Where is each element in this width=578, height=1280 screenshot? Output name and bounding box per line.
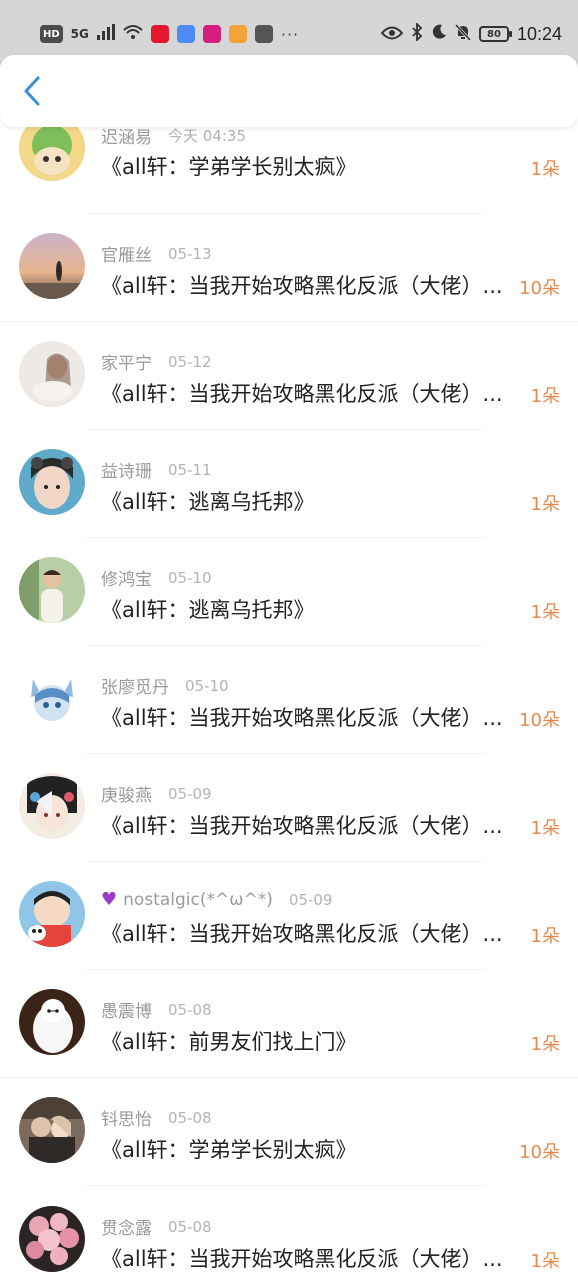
sender-name: 贯念露 xyxy=(101,1219,152,1239)
list-item[interactable]: 张廖觅丹 05-10 《all轩：当我开始攻略黑化反派（大佬）... 10朵 xyxy=(0,645,578,753)
sender-line: ♥ nostalgic(*^ω^*) 05-09 xyxy=(101,889,332,910)
status-right: 80 10:24 xyxy=(380,21,562,45)
mute-bell-icon xyxy=(454,23,472,45)
avatar xyxy=(19,773,85,839)
flower-count: 1朵 xyxy=(530,159,560,180)
sender-name: 益诗珊 xyxy=(101,462,152,482)
avatar xyxy=(19,449,85,515)
send-date: 05-11 xyxy=(168,460,212,479)
avatar xyxy=(19,557,85,623)
book-title: 《all轩：当我开始攻略黑化反派（大佬）... xyxy=(101,922,503,946)
book-title: 《all轩：当我开始攻略黑化反派（大佬）... xyxy=(101,706,503,730)
send-date: 05-08 xyxy=(168,1217,212,1236)
orange-app-icon xyxy=(228,25,247,43)
list-item[interactable]: 庚骏燕 05-09 《all轩：当我开始攻略黑化反派（大佬）... 1朵 xyxy=(0,753,578,861)
top-nav-bar xyxy=(0,55,578,127)
list-item[interactable]: 家平宁 05-12 《all轩：当我开始攻略黑化反派（大佬）... 1朵 xyxy=(0,321,578,429)
send-date: 05-09 xyxy=(168,784,212,803)
hd-badge: HD xyxy=(40,25,63,43)
moon-icon xyxy=(431,24,447,44)
sender-line: 庚骏燕 05-09 xyxy=(101,781,212,807)
book-title: 《all轩：前男友们找上门》 xyxy=(101,1030,357,1054)
signal-icon xyxy=(96,24,115,44)
avatar xyxy=(19,989,85,1055)
sender-name: 庚骏燕 xyxy=(101,786,152,806)
send-date: 05-12 xyxy=(168,352,212,371)
flower-count: 1朵 xyxy=(530,494,560,515)
flower-count: 1朵 xyxy=(530,1034,560,1055)
eye-icon xyxy=(380,25,404,44)
sender-line: 官雁丝 05-13 xyxy=(101,241,212,267)
sender-name: 愚震博 xyxy=(101,1002,152,1022)
sender-line: 贯念露 05-08 xyxy=(101,1214,212,1240)
status-left: HD 5G ··· xyxy=(40,24,299,44)
back-button[interactable] xyxy=(18,76,46,110)
weibo-app-icon xyxy=(150,25,169,43)
avatar xyxy=(19,881,85,947)
list-item[interactable]: 修鸿宝 05-10 《all轩：逃离乌托邦》 1朵 xyxy=(0,537,578,645)
magazine-app-icon xyxy=(202,25,221,43)
battery-icon: 80 xyxy=(478,26,512,42)
message-app-icon xyxy=(254,25,273,43)
book-title: 《all轩：当我开始攻略黑化反派（大佬）... xyxy=(101,382,503,406)
book-title: 《all轩：学弟学长别太疯》 xyxy=(101,1138,357,1162)
send-date: 05-10 xyxy=(185,676,229,695)
chevron-left-icon xyxy=(23,76,41,110)
send-date: 今天 04:35 xyxy=(168,127,246,145)
sender-line: 钭思怡 05-08 xyxy=(101,1105,212,1131)
book-title: 《all轩：逃离乌托邦》 xyxy=(101,490,315,514)
sender-line: 张廖觅丹 05-10 xyxy=(101,673,229,699)
book-title: 《all轩：当我开始攻略黑化反派（大佬）... xyxy=(101,1247,503,1271)
list-item[interactable]: 愚震博 05-08 《all轩：前男友们找上门》 1朵 xyxy=(0,969,578,1077)
sender-name: 钭思怡 xyxy=(101,1110,152,1130)
sender-line: 愚震博 05-08 xyxy=(101,997,212,1023)
send-date: 05-13 xyxy=(168,244,212,263)
send-date: 05-10 xyxy=(168,568,212,587)
flower-count: 10朵 xyxy=(519,1142,560,1163)
list-item[interactable]: 贯念露 05-08 《all轩：当我开始攻略黑化反派（大佬）... 1朵 xyxy=(0,1186,578,1280)
flower-count: 10朵 xyxy=(519,710,560,731)
send-date: 05-08 xyxy=(168,1000,212,1019)
book-title: 《all轩：逃离乌托邦》 xyxy=(101,598,315,622)
clock-time: 10:24 xyxy=(516,23,562,44)
avatar xyxy=(19,1097,85,1163)
network-label: 5G xyxy=(70,27,89,41)
sender-line: 益诗珊 05-11 xyxy=(101,457,212,483)
sender-name: 修鸿宝 xyxy=(101,570,152,590)
sender-name: 张廖觅丹 xyxy=(101,678,169,698)
purple-heart-icon: ♥ xyxy=(101,889,118,910)
wifi-icon xyxy=(123,24,143,44)
flower-count: 1朵 xyxy=(530,602,560,623)
list-item[interactable]: 官雁丝 05-13 《all轩：当我开始攻略黑化反派（大佬）... 10朵 xyxy=(0,213,578,321)
send-date: 05-09 xyxy=(288,890,333,909)
avatar xyxy=(19,341,85,407)
music-app-icon xyxy=(176,25,195,43)
sender-line: 修鸿宝 05-10 xyxy=(101,565,212,591)
sender-line: 家平宁 05-12 xyxy=(101,349,212,375)
flower-count: 1朵 xyxy=(530,1251,560,1272)
book-title: 《all轩：当我开始攻略黑化反派（大佬）... xyxy=(101,814,503,838)
more-notifications-icon: ··· xyxy=(280,24,300,44)
book-title: 《all轩：学弟学长别太疯》 xyxy=(101,155,357,179)
send-date: 05-08 xyxy=(168,1108,212,1127)
avatar xyxy=(19,1206,85,1272)
avatar xyxy=(19,233,85,299)
sender-name: 官雁丝 xyxy=(101,246,152,266)
avatar xyxy=(19,665,85,731)
book-title: 《all轩：当我开始攻略黑化反派（大佬）... xyxy=(101,274,503,298)
flower-count: 1朵 xyxy=(530,926,560,947)
sender-name: nostalgic(*^ω^*) xyxy=(123,889,273,910)
list-item[interactable]: 钭思怡 05-08 《all轩：学弟学长别太疯》 10朵 xyxy=(0,1077,578,1185)
list-item[interactable]: 益诗珊 05-11 《all轩：逃离乌托邦》 1朵 xyxy=(0,429,578,537)
flower-count: 1朵 xyxy=(530,386,560,407)
flower-count: 1朵 xyxy=(530,818,560,839)
gift-record-list: 迟涵易 今天 04:35 《all轩：学弟学长别太疯》 1朵 官雁丝 05-13… xyxy=(0,103,578,1280)
bluetooth-icon xyxy=(411,21,423,45)
flower-count: 10朵 xyxy=(519,278,560,299)
list-item[interactable]: ♥ nostalgic(*^ω^*) 05-09 《all轩：当我开始攻略黑化反… xyxy=(0,861,578,969)
sender-name: 家平宁 xyxy=(101,354,152,374)
